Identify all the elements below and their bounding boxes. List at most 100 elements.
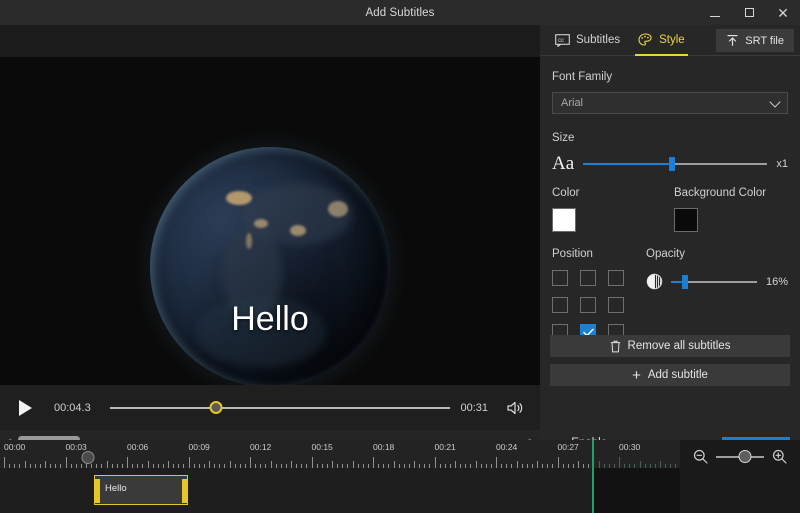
timeline-tick	[496, 457, 497, 468]
timeline-tick	[45, 461, 46, 468]
size-slider-thumb[interactable]	[668, 157, 675, 171]
video-end-marker	[592, 440, 594, 513]
palette-icon	[638, 33, 652, 46]
remove-all-subtitles-button[interactable]: Remove all subtitles	[550, 335, 790, 357]
background-color-swatch[interactable]	[674, 208, 698, 232]
timeline-ruler[interactable]: 00:00 00:03 00:06 00:09 00:12 00:15 00:18 00:21…	[0, 440, 680, 468]
timeline-tick	[619, 457, 620, 468]
volume-button[interactable]	[502, 400, 528, 416]
timeline-tick	[660, 461, 661, 468]
subtitle-clip-label: Hello	[105, 483, 127, 494]
timeline-zoom-thumb[interactable]	[738, 449, 752, 463]
opacity-value-label: 16%	[765, 275, 788, 288]
font-family-value: Arial	[561, 97, 584, 109]
timeline-tick	[393, 461, 395, 468]
play-icon	[18, 399, 32, 416]
clip-handle-left[interactable]	[94, 479, 100, 503]
add-subtitle-button[interactable]: + Add subtitle	[550, 364, 790, 386]
cc-icon: cc	[555, 33, 570, 47]
timeline-ruler-label: 00:15	[311, 442, 333, 452]
play-button[interactable]	[14, 397, 36, 419]
zoom-out-icon[interactable]	[693, 449, 708, 464]
timeline-ruler-label: 00:27	[557, 442, 579, 452]
position-cell-middle-right[interactable]	[608, 297, 624, 313]
maximize-button[interactable]	[732, 0, 766, 25]
citylights-mideast	[254, 219, 268, 228]
chevron-down-icon	[769, 96, 781, 108]
opacity-slider-thumb[interactable]	[681, 274, 688, 289]
position-cell-top-right[interactable]	[608, 270, 624, 286]
timeline-tick	[332, 461, 333, 468]
close-button[interactable]: ✕	[766, 0, 800, 25]
timeline-ruler-label: 00:06	[127, 442, 149, 452]
position-cell-top-center[interactable]	[580, 270, 596, 286]
video-preview[interactable]: Hello	[0, 57, 540, 385]
close-icon: ✕	[777, 4, 789, 21]
timeline-tick	[209, 461, 210, 468]
add-subtitle-label: Add subtitle	[647, 369, 708, 381]
timeline-tick	[24, 461, 26, 468]
position-cell-middle-left[interactable]	[552, 297, 568, 313]
svg-text:cc: cc	[558, 38, 564, 44]
color-group: Color	[552, 187, 579, 232]
timeline-zoom-controls	[680, 440, 800, 473]
seek-track	[110, 406, 451, 409]
timeline: 00:00 00:03 00:06 00:09 00:12 00:15 00:18 00:21…	[0, 440, 800, 513]
srt-file-label: SRT file	[745, 34, 784, 47]
timeline-tick	[188, 457, 190, 468]
subtitle-clip[interactable]: Hello	[94, 475, 188, 505]
tab-subtitles[interactable]: cc Subtitles	[546, 25, 629, 56]
color-label: Color	[552, 187, 580, 199]
font-family-group: Font Family Arial	[552, 71, 788, 114]
seek-bar[interactable]	[110, 398, 451, 418]
timeline-tick	[250, 457, 251, 468]
title-bar: Add Subtitles ✕	[0, 0, 800, 25]
opacity-label: Opacity	[646, 248, 685, 260]
timeline-ruler-label: 00:12	[250, 442, 272, 452]
tab-style[interactable]: Style	[629, 25, 694, 56]
timeline-track-background	[0, 468, 592, 513]
position-cell-top-left[interactable]	[552, 270, 568, 286]
seek-thumb[interactable]	[209, 400, 223, 414]
position-label: Position	[552, 248, 593, 260]
tab-style-label: Style	[659, 34, 685, 46]
timeline-tick	[557, 457, 559, 468]
timeline-tick	[516, 461, 518, 468]
timeline-tick	[168, 461, 169, 468]
timeline-playhead[interactable]	[81, 451, 95, 464]
opacity-group: Opacity 16%	[646, 248, 788, 290]
background-color-label: Background Color	[674, 187, 767, 199]
plus-icon: +	[632, 366, 641, 384]
zoom-in-icon[interactable]	[772, 449, 787, 464]
timeline-track-area[interactable]: Hello	[0, 468, 680, 513]
timeline-tick	[373, 457, 374, 468]
timeline-tick	[4, 457, 5, 468]
size-aa-icon: Aa	[552, 153, 575, 174]
timeline-ruler-label: 00:03	[65, 442, 87, 452]
window-controls: ✕	[698, 0, 800, 25]
font-family-select[interactable]: Arial	[552, 92, 788, 114]
timeline-tick	[455, 461, 456, 468]
timeline-zoom-slider[interactable]	[716, 449, 764, 463]
timeline-tick	[414, 461, 415, 468]
timeline-tick	[65, 457, 67, 468]
add-subtitles-window: Add Subtitles ✕ Hello 00:04.3 00:31 cc S…	[0, 0, 800, 513]
opacity-slider[interactable]	[671, 274, 757, 289]
size-label: Size	[552, 132, 575, 144]
position-cell-middle-center[interactable]	[580, 297, 596, 313]
clip-handle-right[interactable]	[182, 479, 188, 503]
srt-file-button[interactable]: SRT file	[716, 29, 794, 52]
timeline-tick	[578, 461, 579, 468]
text-color-swatch[interactable]	[552, 208, 576, 232]
background-color-group: Background Color	[674, 187, 766, 232]
citylights-india	[290, 225, 306, 236]
style-panel: cc Subtitles Style SRT file Font Family …	[540, 25, 800, 461]
minimize-button[interactable]	[698, 0, 732, 25]
timeline-tick	[352, 461, 354, 468]
timeline-tick	[434, 457, 436, 468]
timeline-tick	[537, 461, 538, 468]
timeline-tick	[127, 457, 128, 468]
size-slider-fill	[583, 163, 672, 165]
size-slider[interactable]	[583, 157, 768, 171]
timeline-tick	[291, 461, 292, 468]
